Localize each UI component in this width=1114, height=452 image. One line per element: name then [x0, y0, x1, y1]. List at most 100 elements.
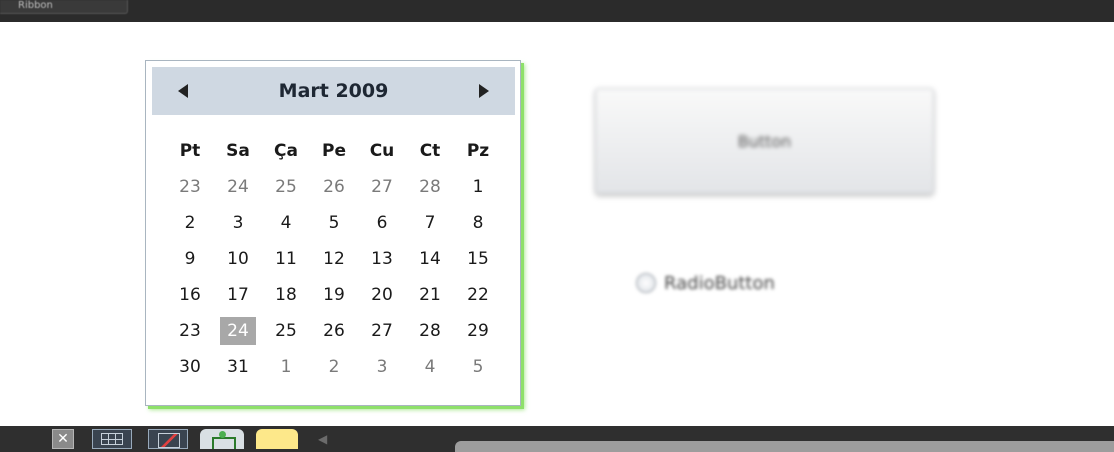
calendar-day-number: 6	[376, 213, 388, 233]
calendar-day[interactable]: 9	[166, 241, 214, 277]
weekday-header: Pz	[466, 141, 490, 161]
calendar-day[interactable]: 25	[262, 313, 310, 349]
calendar-day-number: 26	[323, 177, 345, 197]
calendar-day[interactable]: 31	[214, 349, 262, 385]
calendar-day-number: 18	[275, 285, 297, 305]
calendar-day[interactable]: 2	[166, 205, 214, 241]
calendar-day-number: 5	[328, 213, 340, 233]
calendar-day[interactable]: 7	[406, 205, 454, 241]
calendar-day-number: 24	[220, 317, 256, 345]
calendar-day[interactable]: 4	[262, 205, 310, 241]
calendar-day[interactable]: 15	[454, 241, 502, 277]
calendar-day-number: 8	[472, 213, 484, 233]
calendar-day-number: 21	[419, 285, 441, 305]
calendar-day-number: 27	[371, 177, 393, 197]
snapshot-icon[interactable]	[200, 429, 244, 449]
calendar-day-number: 26	[323, 321, 345, 341]
calendar-day-number: 4	[280, 213, 292, 233]
calendar-day-number: 15	[467, 249, 489, 269]
calendar-day[interactable]: 5	[310, 205, 358, 241]
previous-month-arrow-icon[interactable]	[178, 84, 188, 98]
radio-label: RadioButton	[664, 272, 775, 294]
radio-circle-icon[interactable]	[636, 273, 656, 293]
calendar-day[interactable]: 29	[454, 313, 502, 349]
calendar-day-number: 14	[419, 249, 441, 269]
month-title[interactable]: Mart 2009	[279, 80, 389, 102]
main-button-label: Button	[737, 131, 792, 151]
calendar-day[interactable]: 19	[310, 277, 358, 313]
calendar-day[interactable]: 24	[214, 169, 262, 205]
calendar-day[interactable]: 27	[358, 169, 406, 205]
calendar-day-number: 5	[472, 357, 484, 377]
calendar-day[interactable]: 30	[166, 349, 214, 385]
calendar-day-number: 28	[419, 177, 441, 197]
calendar-day-number: 1	[280, 357, 292, 377]
calendar-day[interactable]: 25	[262, 169, 310, 205]
calendar-day[interactable]: 22	[454, 277, 502, 313]
back-arrow-icon[interactable]: ◀	[318, 429, 332, 449]
calendar-day[interactable]: 12	[310, 241, 358, 277]
calendar-day[interactable]: 1	[454, 169, 502, 205]
calendar-day[interactable]: 1	[262, 349, 310, 385]
grid-icon[interactable]	[92, 429, 132, 449]
chart-icon[interactable]	[148, 429, 188, 449]
calendar-grid: Pt Sa Ça Pe Cu Ct Pz 23 24 25 26 27 28 1 2 3 4 5 6 7 8 9 10 11 1…	[166, 133, 502, 385]
calendar-day-selected[interactable]: 24	[214, 313, 262, 349]
note-icon[interactable]	[256, 429, 298, 449]
calendar-day[interactable]: 23	[166, 313, 214, 349]
next-month-arrow-icon[interactable]	[479, 84, 489, 98]
calendar-day-number: 9	[184, 249, 196, 269]
calendar-day-number: 10	[227, 249, 249, 269]
calendar-day-number: 7	[424, 213, 436, 233]
close-icon[interactable]: ✕	[52, 429, 74, 449]
calendar-day-number: 27	[371, 321, 393, 341]
radio-button[interactable]: RadioButton	[636, 268, 775, 298]
calendar-day-number: 16	[179, 285, 201, 305]
calendar-day-number: 19	[323, 285, 345, 305]
calendar-day[interactable]: 18	[262, 277, 310, 313]
calendar-day-number: 30	[179, 357, 201, 377]
weekday-header: Pt	[179, 141, 201, 161]
calendar-day[interactable]: 28	[406, 313, 454, 349]
calendar-day-number: 22	[467, 285, 489, 305]
calendar-day[interactable]: 26	[310, 313, 358, 349]
calendar-day-number: 4	[424, 357, 436, 377]
calendar-day-number: 25	[275, 321, 297, 341]
calendar-day[interactable]: 2	[310, 349, 358, 385]
calendar-day-number: 23	[179, 321, 201, 341]
taskbar-search-field[interactable]	[455, 441, 1114, 452]
weekday-header: Ça	[274, 141, 298, 161]
calendar-day[interactable]: 5	[454, 349, 502, 385]
calendar-day-number: 28	[419, 321, 441, 341]
calendar-day[interactable]: 27	[358, 313, 406, 349]
top-tab[interactable]: Ribbon	[0, 0, 128, 14]
main-button[interactable]: Button	[595, 88, 934, 194]
weekday-header: Sa	[226, 141, 250, 161]
calendar-day[interactable]: 20	[358, 277, 406, 313]
calendar-day[interactable]: 6	[358, 205, 406, 241]
weekday-header: Cu	[369, 141, 395, 161]
calendar-day-number: 25	[275, 177, 297, 197]
calendar-day[interactable]: 16	[166, 277, 214, 313]
calendar-day-number: 23	[179, 177, 201, 197]
calendar-day[interactable]: 4	[406, 349, 454, 385]
calendar-day[interactable]: 23	[166, 169, 214, 205]
calendar-day-number: 31	[227, 357, 249, 377]
calendar-day[interactable]: 8	[454, 205, 502, 241]
calendar-day[interactable]: 11	[262, 241, 310, 277]
calendar-day[interactable]: 10	[214, 241, 262, 277]
calendar-day[interactable]: 14	[406, 241, 454, 277]
calendar-day[interactable]: 26	[310, 169, 358, 205]
calendar-day[interactable]: 3	[214, 205, 262, 241]
calendar-day-number: 3	[376, 357, 388, 377]
calendar-day[interactable]: 17	[214, 277, 262, 313]
calendar-day-number: 1	[472, 177, 484, 197]
calendar-day[interactable]: 28	[406, 169, 454, 205]
calendar-day[interactable]: 13	[358, 241, 406, 277]
calendar-day[interactable]: 3	[358, 349, 406, 385]
calendar-day-number: 17	[227, 285, 249, 305]
calendar: Mart 2009 Pt Sa Ça Pe Cu Ct Pz 23 24 25 26 27 28 1 2 3 4…	[145, 60, 521, 406]
calendar-day-number: 12	[323, 249, 345, 269]
calendar-day[interactable]: 21	[406, 277, 454, 313]
calendar-day-number: 2	[328, 357, 340, 377]
